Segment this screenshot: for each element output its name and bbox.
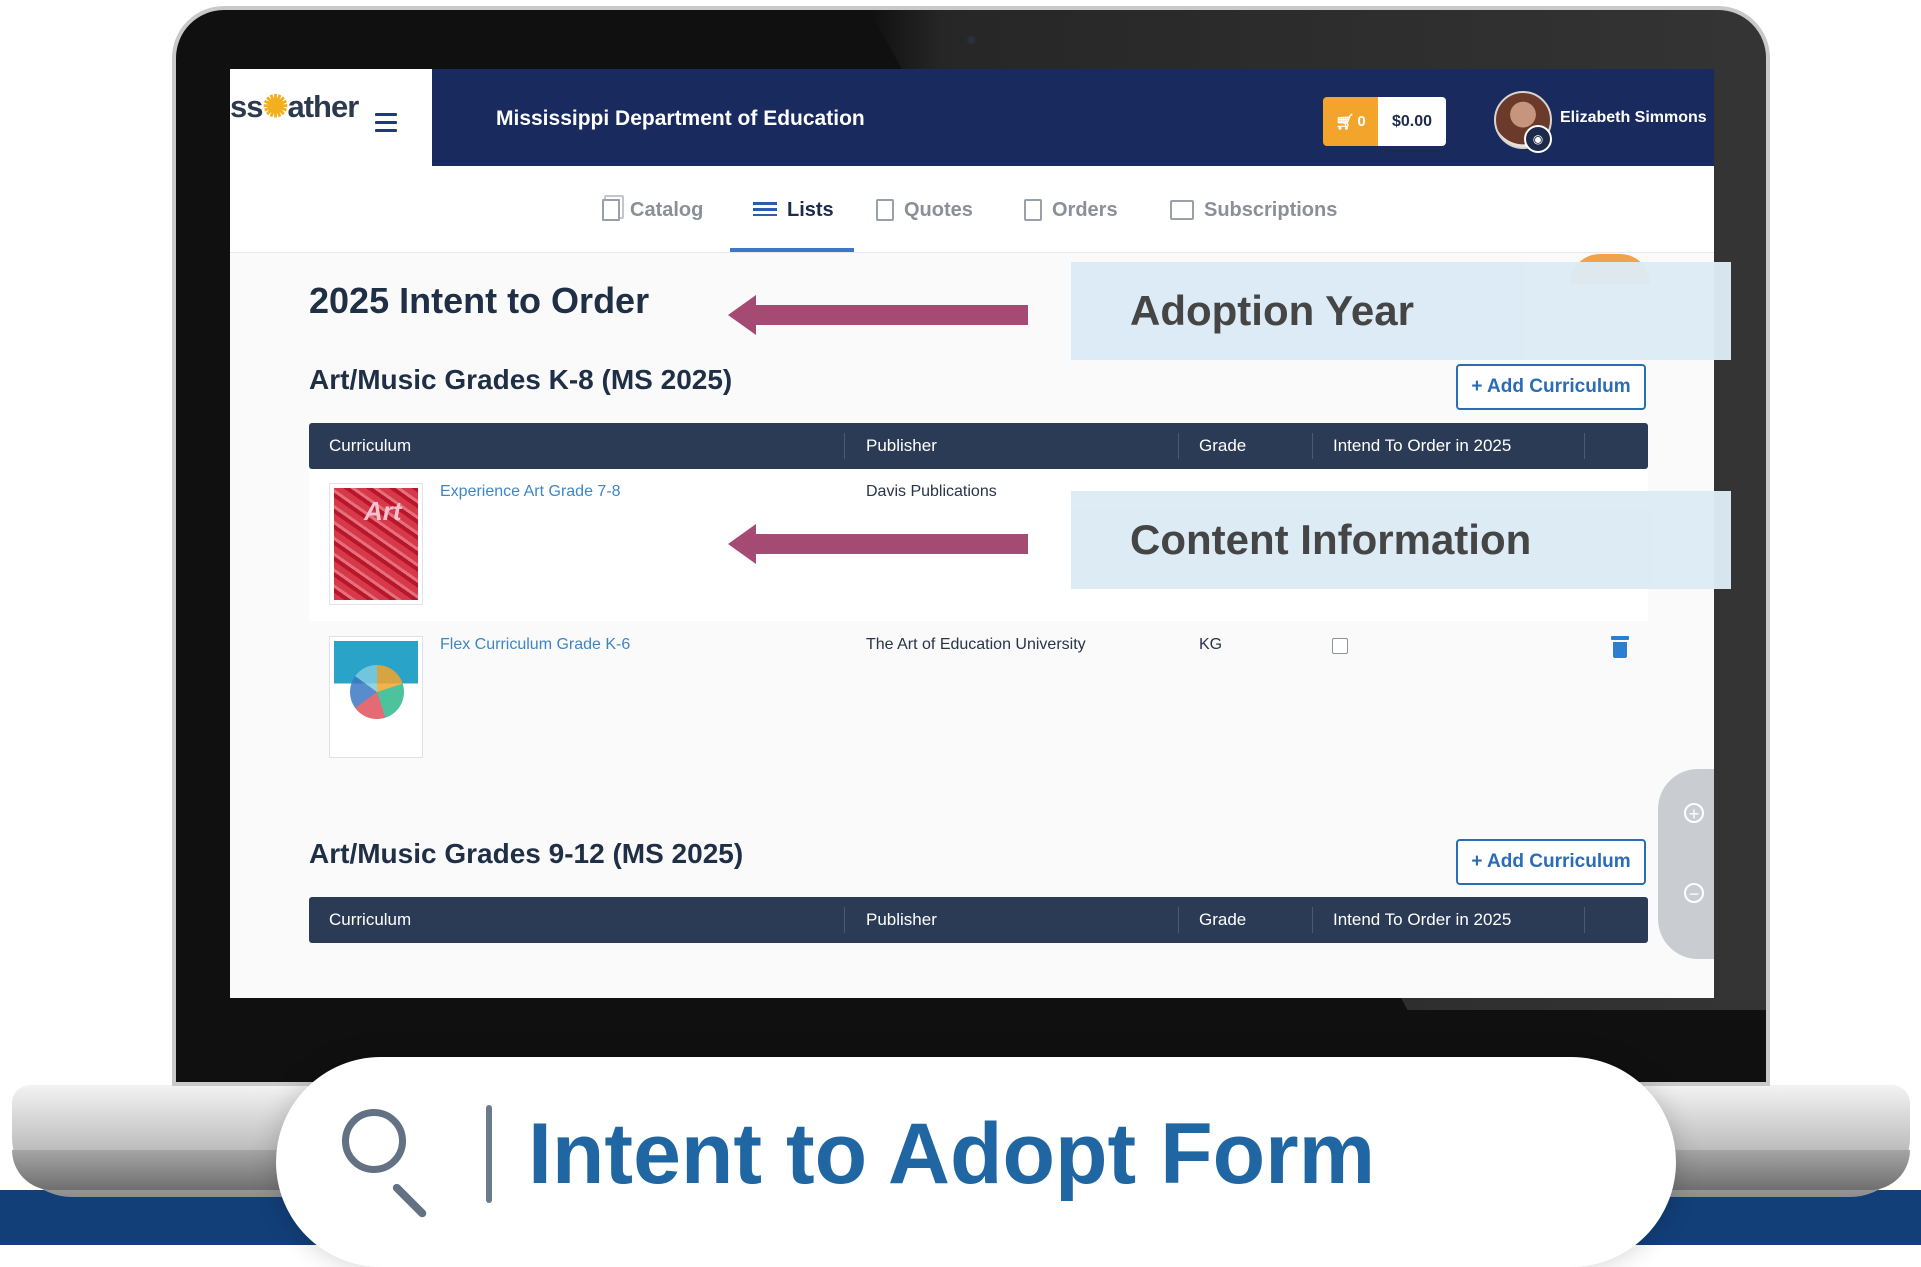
publisher-name: The Art of Education University xyxy=(866,636,1086,653)
cart-icon: 🛒︎ xyxy=(1335,113,1355,131)
arrow-shaft xyxy=(748,305,1028,325)
table-row: Flex Curriculum Grade K-6 The Art of Edu… xyxy=(309,622,1648,774)
table-header: Curriculum Publisher Grade Intend To Ord… xyxy=(309,423,1648,469)
search-icon xyxy=(342,1109,434,1219)
tab-label: Lists xyxy=(787,198,834,221)
page-title: 2025 Intent to Order xyxy=(309,280,650,321)
cart-total[interactable]: $0.00 xyxy=(1378,97,1446,146)
column-header-curriculum[interactable]: Curriculum xyxy=(329,423,411,469)
tab-lists[interactable]: Lists xyxy=(753,192,834,228)
organization-name: Mississippi Department of Education xyxy=(496,107,865,130)
logo-text-suffix: ather xyxy=(287,89,359,124)
table-header: Curriculum Publisher Grade Intend To Ord… xyxy=(309,897,1648,943)
tab-quotes[interactable]: Quotes xyxy=(876,192,973,228)
orders-icon xyxy=(1024,199,1042,221)
cart-button[interactable]: 🛒︎ 0 xyxy=(1323,97,1378,146)
add-curriculum-button[interactable]: + Add Curriculum xyxy=(1456,839,1646,885)
callout-content-information: Content Information xyxy=(1071,491,1731,589)
curriculum-thumbnail[interactable]: Art xyxy=(329,483,423,605)
grade-value: KG xyxy=(1199,636,1223,653)
tab-label: Subscriptions xyxy=(1204,198,1338,221)
sun-logo-icon: ✺ xyxy=(262,89,288,124)
search-banner: Intent to Adopt Form xyxy=(276,1057,1676,1267)
hamburger-menu-icon[interactable] xyxy=(375,113,397,137)
active-tab-indicator xyxy=(730,248,854,252)
column-header-curriculum[interactable]: Curriculum xyxy=(329,897,411,943)
banner-divider xyxy=(486,1105,492,1203)
column-header-publisher[interactable]: Publisher xyxy=(866,423,937,469)
webcam xyxy=(967,36,975,44)
tab-orders[interactable]: Orders xyxy=(1024,192,1118,228)
zoom-in-icon[interactable]: + xyxy=(1684,803,1704,824)
tab-label: Quotes xyxy=(904,198,973,221)
trash-icon[interactable] xyxy=(1611,636,1629,658)
column-header-publisher[interactable]: Publisher xyxy=(866,897,937,943)
arrow-shaft xyxy=(748,534,1028,554)
section-title: Art/Music Grades K-8 (MS 2025) xyxy=(309,364,733,395)
cover-title: Art xyxy=(364,496,402,526)
tab-bar: Catalog Lists Quotes Orders Subscription… xyxy=(230,166,1714,253)
intend-to-order-checkbox[interactable] xyxy=(1332,638,1348,654)
cart-count: 0 xyxy=(1357,113,1366,130)
curriculum-link[interactable]: Flex Curriculum Grade K-6 xyxy=(440,636,630,654)
curriculum-thumbnail[interactable] xyxy=(329,636,423,758)
callout-adoption-year: Adoption Year xyxy=(1071,262,1731,360)
list-icon xyxy=(753,199,777,221)
zoom-out-icon[interactable]: − xyxy=(1684,883,1704,904)
arrow-left-icon xyxy=(728,295,756,335)
logo-area: ss✺ather xyxy=(230,69,432,166)
column-header-grade[interactable]: Grade xyxy=(1199,897,1246,943)
top-bar: Mississippi Department of Education 🛒︎ 0 … xyxy=(432,69,1714,166)
tab-catalog[interactable]: Catalog xyxy=(602,192,703,228)
arrow-left-icon xyxy=(728,524,756,564)
subscriptions-icon xyxy=(1170,200,1194,220)
section-title: Art/Music Grades 9-12 (MS 2025) xyxy=(309,838,744,869)
binoculars-icon: ◉ xyxy=(1524,125,1552,153)
zoom-control: + − xyxy=(1658,769,1714,959)
tab-subscriptions[interactable]: Subscriptions xyxy=(1170,192,1337,228)
catalog-icon xyxy=(602,199,620,221)
user-name[interactable]: Elizabeth Simmons xyxy=(1560,109,1707,127)
column-header-intend-to-order[interactable]: Intend To Order in 2025 xyxy=(1333,423,1511,469)
quote-document-icon xyxy=(876,199,894,221)
tab-label: Orders xyxy=(1052,198,1118,221)
tab-label: Catalog xyxy=(630,198,704,221)
curriculum-link[interactable]: Experience Art Grade 7-8 xyxy=(440,483,621,501)
add-curriculum-button[interactable]: + Add Curriculum xyxy=(1456,364,1646,410)
logo-text-prefix: ss xyxy=(230,89,263,124)
column-header-intend-to-order[interactable]: Intend To Order in 2025 xyxy=(1333,897,1511,943)
publisher-name: Davis Publications xyxy=(866,483,997,500)
banner-title: Intent to Adopt Form xyxy=(528,1106,1376,1202)
column-header-grade[interactable]: Grade xyxy=(1199,423,1246,469)
logo[interactable]: ss✺ather xyxy=(230,89,359,125)
